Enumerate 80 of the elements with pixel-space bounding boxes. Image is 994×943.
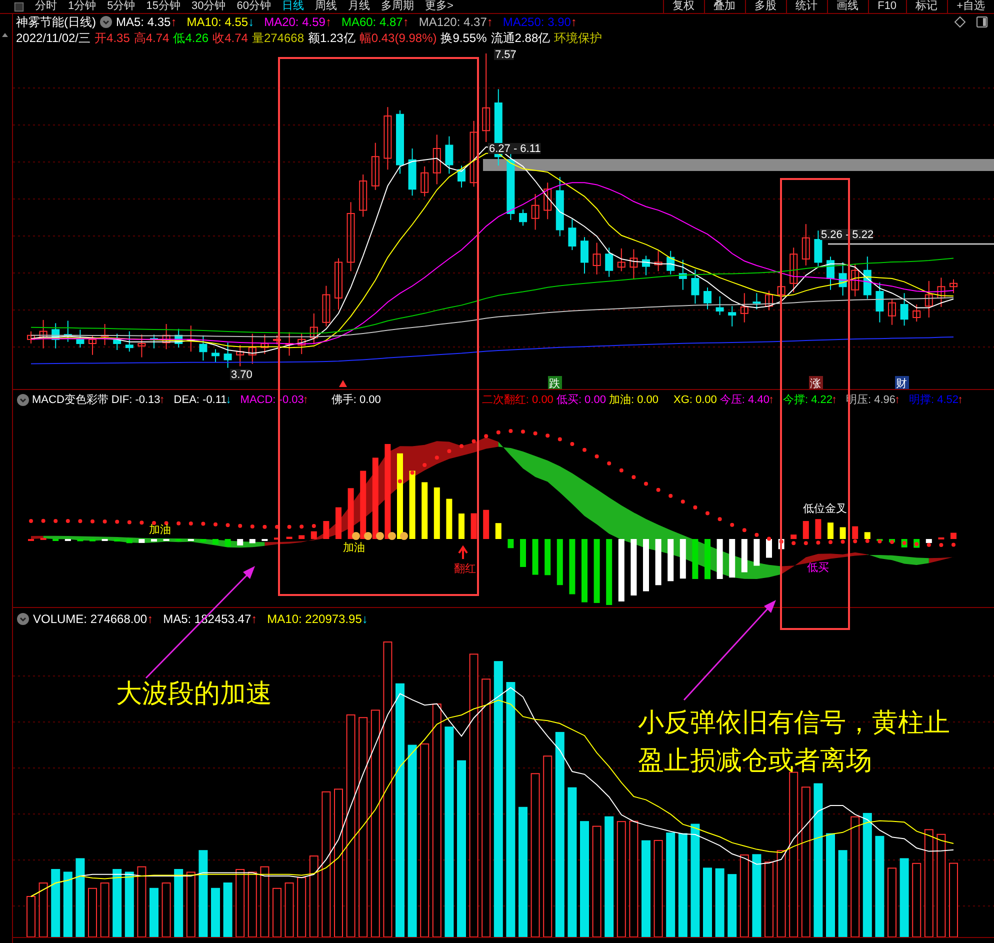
price-label: 3.70 [230,369,252,381]
toolbar-button[interactable]: 多股 [744,0,786,13]
price-label: 7.57 [494,49,516,61]
toolbar-button[interactable]: +自选 [946,0,994,13]
chart-title: 神雾节能(日线) [16,14,96,30]
indicator-value: 低买: 0.00 [556,393,606,407]
event-tag[interactable]: 跌 [548,376,562,389]
trend-arrow: ↑ [831,394,837,406]
trend-arrow: ↓ [362,612,368,626]
period-tab[interactable]: 15分钟 [146,0,180,13]
period-tab[interactable]: 周线 [315,0,337,13]
trend-arrow: ↑ [570,15,577,29]
indicator-value: 加油: 0.00 [608,393,658,407]
indicator-value: MACD: -0.03 [240,394,304,406]
trend-arrow: ↓ [226,394,232,406]
indicator-value: VOLUME: 274668.00 [33,612,148,626]
period-tab[interactable]: 多周期 [381,0,414,13]
indicator-value: DEA: -0.11 [174,394,227,406]
trend-arrow: ↑ [170,15,177,29]
indicator-value: MA120: 4.37 [418,15,487,29]
quote-value: 环境保护 [554,30,602,46]
indicator-value: 今压: 4.40 [720,393,770,407]
quote-value: 量274668 [252,30,304,46]
quote-value: 流通2.88亿 [490,30,550,46]
signal-label: 加油 [343,542,365,554]
indicator-value: MA5: 4.35 [116,15,171,29]
annotation-text: 大波段的加速 [116,677,272,710]
period-tab[interactable]: 1分钟 [68,0,96,13]
trend-arrow: ↑ [894,394,900,406]
indicator-value: XG: 0.00 [674,394,717,406]
period-tab[interactable]: 分时 [35,0,57,13]
trend-arrow: ↑ [147,612,154,626]
indicator-value: MA10: 4.55 [186,15,248,29]
quote-value: 开4.35 [94,30,130,46]
toolbar-button[interactable]: F10 [868,0,906,13]
period-tab[interactable]: 60分钟 [236,0,271,13]
quote-value: 幅0.43(9.98%) [359,30,437,46]
event-tag[interactable]: 涨 [809,376,823,389]
quote-value: 换9.55% [440,30,487,46]
indicator-value: 今撑: 4.22 [782,393,832,407]
trend-arrow: ↑ [302,394,308,406]
annotation-text: 小反弹依旧有信号，黄柱止盈止损减仓或者离场 [638,706,951,777]
indicator-value: 二次翻红: 0.00 [482,393,554,407]
quote-value: 高4.74 [134,30,170,46]
trend-arrow: ↑ [486,15,493,29]
signal-label: 低买 [807,562,829,574]
toolbar-button[interactable]: 画线 [826,0,868,13]
indicator-value: MA250: 3.90 [502,15,571,29]
event-tag[interactable]: 财 [895,376,909,389]
toolbar-button[interactable]: 叠加 [704,0,745,13]
indicator-value: MA10: 220973.95 [267,612,362,626]
indicator-value: DIF: -0.13 [111,394,160,406]
indicator-title: MACD变色彩带 [32,392,108,407]
toolbar-button[interactable]: 复权 [662,0,704,13]
toolbar-button[interactable]: 统计 [786,0,827,13]
price-label: 6.27 - 6.11 [488,143,541,155]
period-tab[interactable]: 日线 [282,0,304,13]
trend-arrow: ↑ [768,394,774,406]
period-tab[interactable]: 更多> [425,0,454,13]
quote-value: 低4.26 [173,30,209,46]
quote-value: 收4.74 [212,30,248,46]
trend-arrow: ↑ [325,15,332,29]
trend-arrow: ↑ [402,15,409,29]
indicator-value: 佛手: 0.00 [331,393,381,407]
period-tab[interactable]: 月线 [348,0,370,13]
trend-arrow: ↑ [251,612,258,626]
trend-arrow: ↑ [159,394,165,406]
trend-arrow: ↑ [958,394,964,406]
signal-label: 加油 [149,524,171,536]
toolbar-button[interactable]: 标记 [906,0,947,13]
quote-value: 额1.23亿 [308,30,356,46]
period-tab[interactable]: 30分钟 [192,0,226,13]
quote-value: 2022/11/02/三 [16,30,91,46]
period-tab[interactable]: 5分钟 [107,0,136,13]
trend-arrow: ↓ [248,15,254,29]
indicator-value: MA60: 4.87 [341,15,403,29]
signal-label: 翻红 [454,563,476,575]
indicator-value: 明撑: 4.52 [909,393,959,407]
indicator-value: MA20: 4.59 [264,15,326,29]
signal-label: 低位金叉 [803,503,847,515]
